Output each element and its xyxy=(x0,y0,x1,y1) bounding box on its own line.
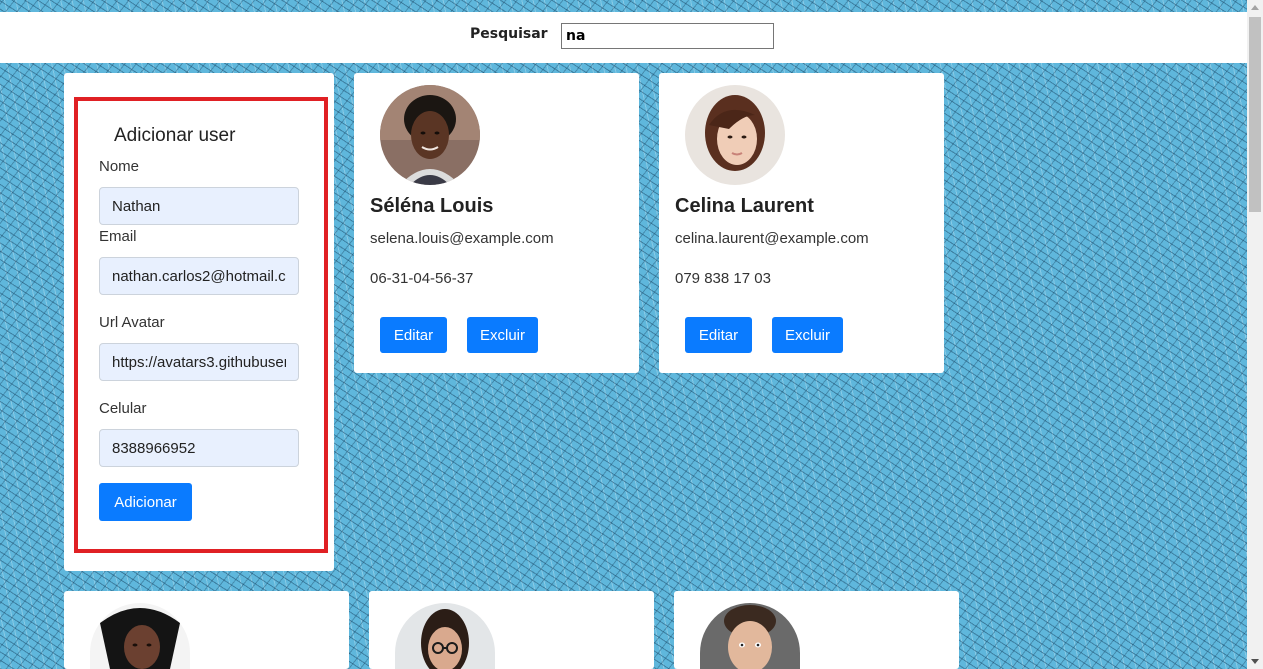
email-field[interactable] xyxy=(99,257,299,295)
edit-button[interactable]: Editar xyxy=(685,317,752,353)
scroll-thumb[interactable] xyxy=(1249,17,1261,212)
search-input[interactable] xyxy=(561,23,774,49)
user-card xyxy=(369,591,654,669)
scroll-down-icon[interactable] xyxy=(1251,659,1259,664)
delete-button[interactable]: Excluir xyxy=(467,317,538,353)
edit-button[interactable]: Editar xyxy=(380,317,447,353)
user-phone: 079 838 17 03 xyxy=(675,270,771,287)
avatar xyxy=(700,603,800,669)
search-header: Pesquisar xyxy=(0,12,1247,63)
user-card xyxy=(674,591,959,669)
avatar xyxy=(395,603,495,669)
delete-button[interactable]: Excluir xyxy=(772,317,843,353)
avatar xyxy=(90,603,190,669)
avatar-url-field[interactable] xyxy=(99,343,299,381)
name-label: Nome xyxy=(99,158,140,175)
avatar xyxy=(380,85,480,185)
phone-label: Celular xyxy=(99,400,147,417)
user-card: Séléna Louis selena.louis@example.com 06… xyxy=(354,73,639,373)
phone-field[interactable] xyxy=(99,429,299,467)
page-scrollbar[interactable] xyxy=(1247,0,1263,669)
user-name: Séléna Louis xyxy=(370,195,494,217)
form-title: Adicionar user xyxy=(114,125,236,146)
user-card xyxy=(64,591,349,669)
user-email: celina.laurent@example.com xyxy=(675,230,869,247)
name-field[interactable] xyxy=(99,187,299,225)
avatar-url-label: Url Avatar xyxy=(99,314,165,331)
add-user-button[interactable]: Adicionar xyxy=(99,483,192,521)
user-name: Celina Laurent xyxy=(675,195,814,217)
background-strip xyxy=(0,0,1247,12)
email-label: Email xyxy=(99,228,137,245)
user-email: selena.louis@example.com xyxy=(370,230,554,247)
user-phone: 06-31-04-56-37 xyxy=(370,270,474,287)
search-label: Pesquisar xyxy=(470,26,548,42)
avatar xyxy=(685,85,785,185)
scroll-up-icon[interactable] xyxy=(1251,5,1259,10)
add-user-card: Adicionar user Nome Email Url Avatar Cel… xyxy=(64,73,334,571)
user-card: Celina Laurent celina.laurent@example.co… xyxy=(659,73,944,373)
